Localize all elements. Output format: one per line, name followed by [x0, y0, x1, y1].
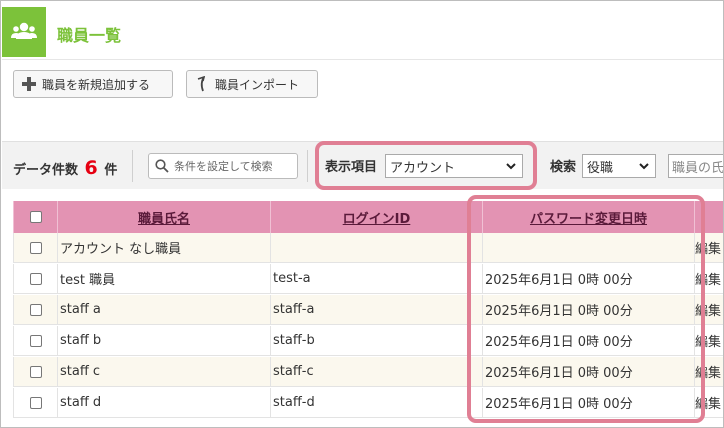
staff-name-input[interactable]: 職員の氏名: [668, 154, 723, 178]
column-header-login-id[interactable]: ログインID: [270, 201, 482, 233]
table-row: staff d staff-d 2025年6月1日 0時 00分 編集: [13, 388, 723, 418]
login-id-cell: staff-d: [270, 388, 482, 417]
row-select-cell: [13, 326, 57, 355]
row-checkbox[interactable]: [29, 396, 42, 409]
staff-name-cell: アカウント なし職員: [57, 233, 270, 262]
filter-bar: データ件数 6 件 条件を設定して検索 表示項目 アカウント 検索 役職 職員の…: [2, 141, 723, 189]
display-items-label: 表示項目: [325, 160, 378, 175]
add-staff-button[interactable]: 職員を新規追加する: [13, 70, 173, 98]
login-id-cell: staff-a: [270, 295, 482, 324]
login-id-cell: [270, 233, 482, 262]
search-label: 検索: [550, 160, 577, 175]
edit-link[interactable]: 編集: [694, 233, 723, 262]
row-select-cell: [13, 388, 57, 417]
column-header-edit: [694, 201, 723, 233]
app-window: 職員一覧 職員を新規追加する 職員インポート データ件数 6 件 条件を設定して…: [0, 0, 724, 428]
record-count: データ件数 6 件: [13, 157, 117, 179]
edit-link[interactable]: 編集: [694, 264, 723, 293]
page-header: 職員一覧: [2, 2, 723, 60]
record-count-label: データ件数: [13, 163, 79, 178]
import-staff-label: 職員インポート: [215, 77, 300, 92]
staff-name-cell: staff c: [57, 357, 270, 386]
table-row: アカウント なし職員 編集: [13, 233, 723, 263]
staff-name-cell: test 職員: [57, 264, 270, 293]
display-items-value: アカウント: [390, 160, 456, 176]
edit-link[interactable]: 編集: [694, 295, 723, 324]
row-checkbox[interactable]: [29, 303, 42, 316]
column-header-password-changed[interactable]: パスワード変更日時: [482, 201, 694, 233]
edit-link[interactable]: 編集: [694, 388, 723, 417]
password-changed-cell: 2025年6月1日 0時 00分: [482, 326, 694, 355]
table-header-row: 職員氏名 ログインID パスワード変更日時: [13, 201, 723, 233]
password-changed-cell: 2025年6月1日 0時 00分: [482, 264, 694, 293]
role-select[interactable]: 役職: [582, 154, 656, 178]
row-select-cell: [13, 264, 57, 293]
staff-name-cell: staff b: [57, 326, 270, 355]
edit-link[interactable]: 編集: [694, 326, 723, 355]
password-changed-cell: [482, 233, 694, 262]
password-changed-cell: 2025年6月1日 0時 00分: [482, 295, 694, 324]
record-count-value: 6: [84, 157, 98, 179]
add-staff-label: 職員を新規追加する: [42, 77, 151, 92]
table-row: staff c staff-c 2025年6月1日 0時 00分 編集: [13, 357, 723, 387]
login-id-cell: staff-c: [270, 357, 482, 386]
login-id-cell: staff-b: [270, 326, 482, 355]
select-all-cell: [13, 201, 57, 233]
chevron-down-icon: [639, 163, 649, 170]
edit-link[interactable]: 編集: [694, 357, 723, 386]
row-checkbox[interactable]: [29, 272, 42, 285]
staff-group-icon: [2, 7, 46, 57]
divider: [307, 150, 308, 182]
select-all-checkbox[interactable]: [29, 211, 42, 223]
divider: [132, 150, 133, 182]
password-changed-cell: 2025年6月1日 0時 00分: [482, 388, 694, 417]
plus-icon: [20, 75, 38, 93]
row-select-cell: [13, 357, 57, 386]
row-select-cell: [13, 233, 57, 262]
record-count-suffix: 件: [104, 163, 118, 178]
chevron-down-icon: [506, 163, 516, 170]
row-checkbox[interactable]: [29, 334, 42, 347]
row-checkbox[interactable]: [29, 241, 42, 254]
page-title: 職員一覧: [57, 26, 122, 45]
table-row: staff b staff-b 2025年6月1日 0時 00分 編集: [13, 326, 723, 356]
row-select-cell: [13, 295, 57, 324]
import-staff-button[interactable]: 職員インポート: [186, 70, 318, 98]
search-icon: [155, 159, 169, 173]
staff-name-cell: staff d: [57, 388, 270, 417]
row-checkbox[interactable]: [29, 365, 42, 378]
password-changed-cell: 2025年6月1日 0時 00分: [482, 357, 694, 386]
role-select-value: 役職: [587, 160, 614, 176]
condition-search-label: 条件を設定して検索: [174, 160, 273, 173]
import-arrow-icon: [193, 75, 211, 93]
staff-name-cell: staff a: [57, 295, 270, 324]
display-items-select[interactable]: アカウント: [385, 154, 523, 178]
table-row: staff a staff-a 2025年6月1日 0時 00分 編集: [13, 295, 723, 325]
login-id-cell: test-a: [270, 264, 482, 293]
table-row: test 職員 test-a 2025年6月1日 0時 00分 編集: [13, 264, 723, 294]
condition-search-button[interactable]: 条件を設定して検索: [148, 153, 298, 179]
column-header-name[interactable]: 職員氏名: [57, 201, 270, 233]
